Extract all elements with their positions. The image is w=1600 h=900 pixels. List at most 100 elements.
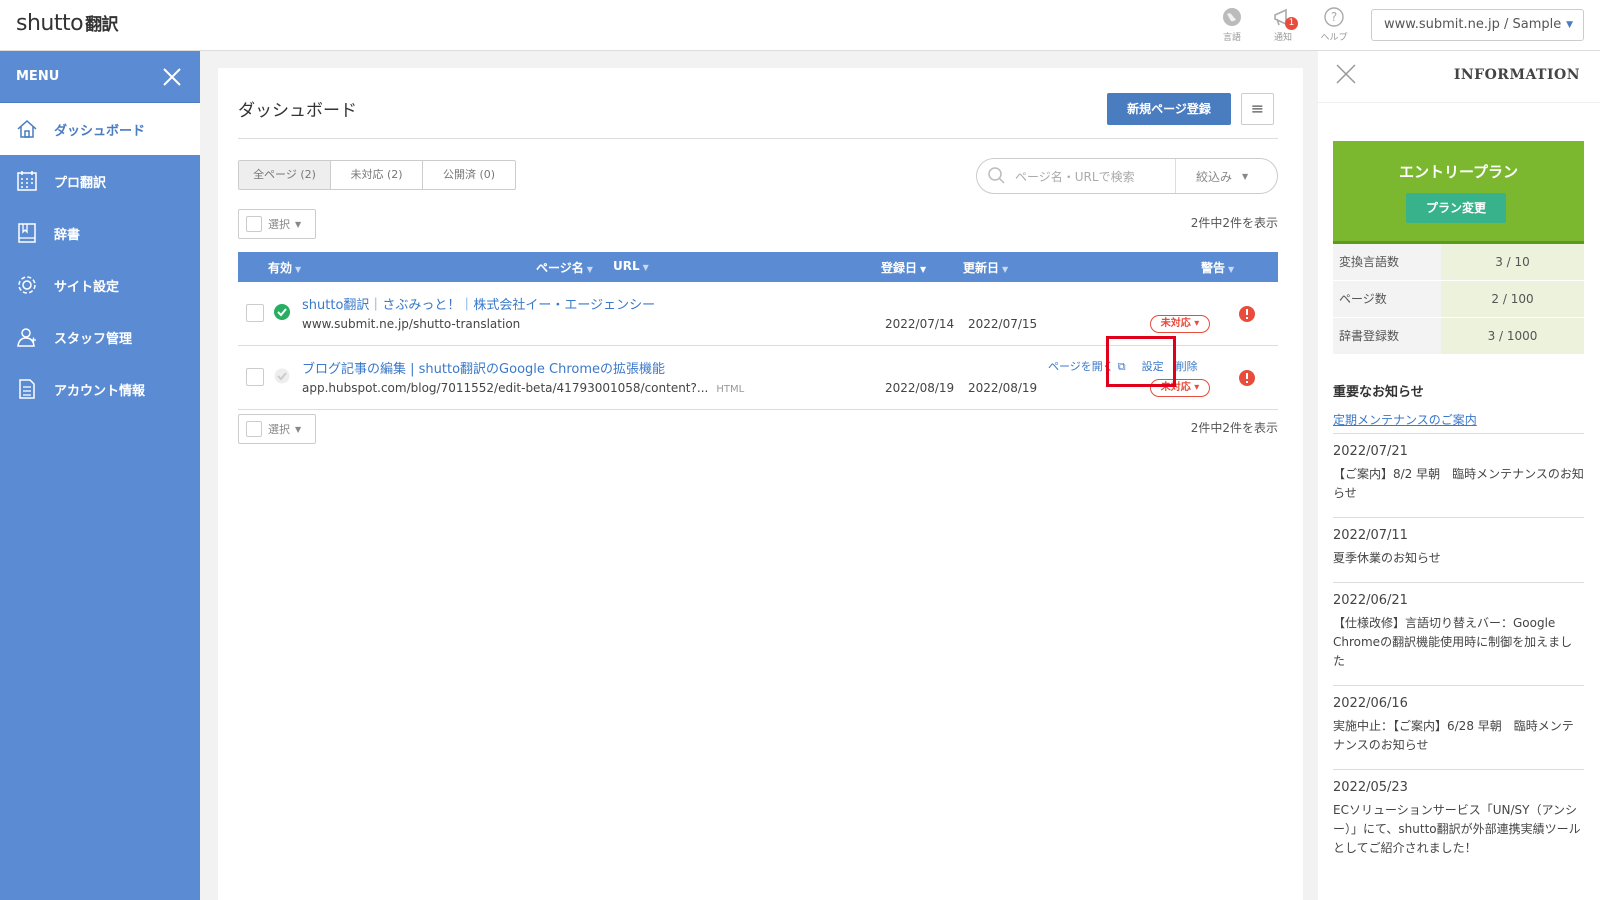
column-updated[interactable]: 更新日 ▼ [963,259,1008,276]
sidebar-item-account[interactable]: アカウント情報 [0,363,200,415]
warning-icon[interactable] [1238,305,1256,323]
registered-date: 2022/08/19 [885,381,955,395]
usage-row: ページ数 2 / 100 [1333,281,1584,318]
column-url[interactable]: URL ▼ [613,259,649,273]
info-title: INFORMATION [1453,67,1580,83]
page-url: www.submit.ne.jp/shutto-translation [302,317,521,331]
close-icon[interactable] [1335,63,1357,85]
notifications-button[interactable]: 1 通知 [1263,6,1303,43]
divider [238,138,1278,139]
warning-icon[interactable] [1238,369,1256,387]
svg-text:?: ? [1331,10,1337,24]
search-bar: ページ名・URLで検索 絞込み ▼ [976,158,1278,194]
info-header: INFORMATION [1318,51,1600,103]
sidebar-item-label: ダッシュボード [54,123,146,139]
sidebar-item-pro-translation[interactable]: プロ翻訳 [0,155,200,207]
select-label: 選択 [268,423,290,436]
updated-date: 2022/07/15 [968,317,1038,331]
column-registered[interactable]: 登録日 ▼ [881,259,926,276]
menu-header: MENU [0,51,200,103]
news-item[interactable]: 2022/07/11 夏季休業のお知らせ [1333,517,1584,582]
registered-date: 2022/07/14 [885,317,955,331]
open-page-link[interactable]: ページを開く [1048,360,1114,373]
notice-heading: 重要なお知らせ [1333,385,1424,400]
row-checkbox[interactable] [246,368,264,386]
table-header: 有効 ▼ ページ名 ▼ URL ▼ 登録日 ▼ 更新日 ▼ 警告 ▼ [238,252,1278,282]
help-button[interactable]: ? ヘルプ [1314,6,1354,43]
help-icon: ? [1324,7,1344,27]
page-title-link[interactable]: ブログ記事の編集 | shutto翻訳のGoogle Chromeの拡張機能 [302,358,665,377]
narrow-filter-dropdown[interactable]: 絞込み [1196,168,1232,185]
language-caption: 言語 [1222,33,1241,43]
page-url: app.hubspot.com/blog/7011552/edit-beta/4… [302,381,745,395]
result-count: 2件中2件を表示 [1190,421,1278,435]
change-plan-button[interactable]: プラン変更 [1406,193,1506,223]
column-page-name[interactable]: ページ名 ▼ [536,259,593,276]
notifications-caption: 通知 [1273,33,1292,43]
column-enabled[interactable]: 有効 ▼ [268,259,301,276]
sidebar-item-label: サイト設定 [54,279,120,295]
calendar-icon [16,170,38,192]
information-panel: INFORMATION エントリープラン プラン変更 変換言語数 3 / 10 ペ… [1318,51,1600,900]
check-circle-icon[interactable] [274,368,290,384]
sidebar-item-label: プロ翻訳 [54,175,107,191]
delete-link[interactable]: 削除 [1176,360,1198,373]
sidebar: MENU ダッシュボード プロ翻訳 辞書 サイト設定 スタッフ管理 アカウント情… [0,51,200,900]
news-item[interactable]: 2022/06/16 実施中止：【ご案内】6/28 早朝 臨時メンテナンスのお知ら… [1333,685,1584,769]
result-count: 2件中2件を表示 [1190,216,1278,230]
maintenance-link[interactable]: 定期メンテナンスのご案内 [1333,411,1477,428]
bulk-select-dropdown[interactable]: 選択 ▼ [238,209,316,239]
tab-all-pages[interactable]: 全ページ (2) [239,161,331,189]
language-button[interactable]: 言語 [1212,6,1252,43]
gear-icon [16,274,38,296]
bulk-select-dropdown[interactable]: 選択 ▼ [238,414,316,444]
app-logo[interactable]: shutto 翻訳 [16,10,119,36]
html-tag: HTML [716,384,745,395]
chevron-down-icon: ▼ [1242,171,1249,181]
close-icon[interactable] [162,67,182,87]
row-checkbox[interactable] [246,304,264,322]
tab-pending[interactable]: 未対応 (2) [331,161,423,189]
select-label: 選択 [268,218,290,231]
news-list: 2022/07/21 【ご案内】8/2 早朝 臨時メンテナンスのお知らせ 2022… [1333,433,1584,872]
sidebar-item-dictionary[interactable]: 辞書 [0,207,200,259]
hamburger-icon: ≡ [1250,99,1265,118]
page-title-link[interactable]: shutto翻訳｜さぶみっと！｜株式会社イー・エージェンシー [302,294,655,313]
new-page-button[interactable]: 新規ページ登録 [1107,93,1231,125]
chevron-down-icon: ▼ [1566,20,1573,30]
search-icon [988,167,1005,184]
highlight-box [1106,336,1176,387]
column-warning[interactable]: 警告 ▼ [1201,259,1234,276]
notification-badge: 1 [1285,17,1298,30]
select-all-checkbox[interactable] [246,216,262,232]
globe-icon [1223,8,1241,26]
tab-published[interactable]: 公開済 (0) [423,161,515,189]
news-item[interactable]: 2022/06/21 【仕様改修】言語切り替えバー：Google Chromeの翻… [1333,582,1584,685]
updated-date: 2022/08/19 [968,381,1038,395]
search-input[interactable]: ページ名・URLで検索 [1015,168,1175,185]
plan-card: エントリープラン プラン変更 [1333,141,1584,244]
home-icon [16,118,38,140]
sidebar-item-site-settings[interactable]: サイト設定 [0,259,200,311]
status-badge[interactable]: 未対応 ▾ [1150,315,1210,333]
news-item[interactable]: 2022/07/21 【ご案内】8/2 早朝 臨時メンテナンスのお知らせ [1333,433,1584,517]
plan-name: エントリープラン [1398,163,1519,181]
site-select[interactable]: www.submit.ne.jp / Sample ▼ [1371,9,1584,41]
check-circle-icon[interactable] [274,304,290,320]
sidebar-item-label: 辞書 [54,227,81,243]
page-title: ダッシュボード [238,101,357,121]
sidebar-item-label: スタッフ管理 [54,331,133,347]
document-icon [16,378,38,400]
chevron-down-icon: ▼ [295,219,302,229]
sidebar-item-dashboard[interactable]: ダッシュボード [0,103,200,155]
news-item[interactable]: 2022/05/23 ECソリューションサービス「UN/SY（アンシー）」にて、s… [1333,769,1584,872]
select-all-checkbox[interactable] [246,421,262,437]
top-bar: shutto 翻訳 言語 1 通知 ? ヘルプ www.submit.ne.jp … [0,0,1600,51]
sidebar-item-staff[interactable]: スタッフ管理 [0,311,200,363]
filter-tabs: 全ページ (2) 未対応 (2) 公開済 (0) [238,160,516,190]
chevron-down-icon: ▼ [295,424,302,434]
sidebar-item-label: アカウント情報 [54,383,146,399]
site-select-value: www.submit.ne.jp / Sample [1384,17,1562,32]
hamburger-menu-button[interactable]: ≡ [1241,93,1274,125]
divider [1175,159,1176,193]
